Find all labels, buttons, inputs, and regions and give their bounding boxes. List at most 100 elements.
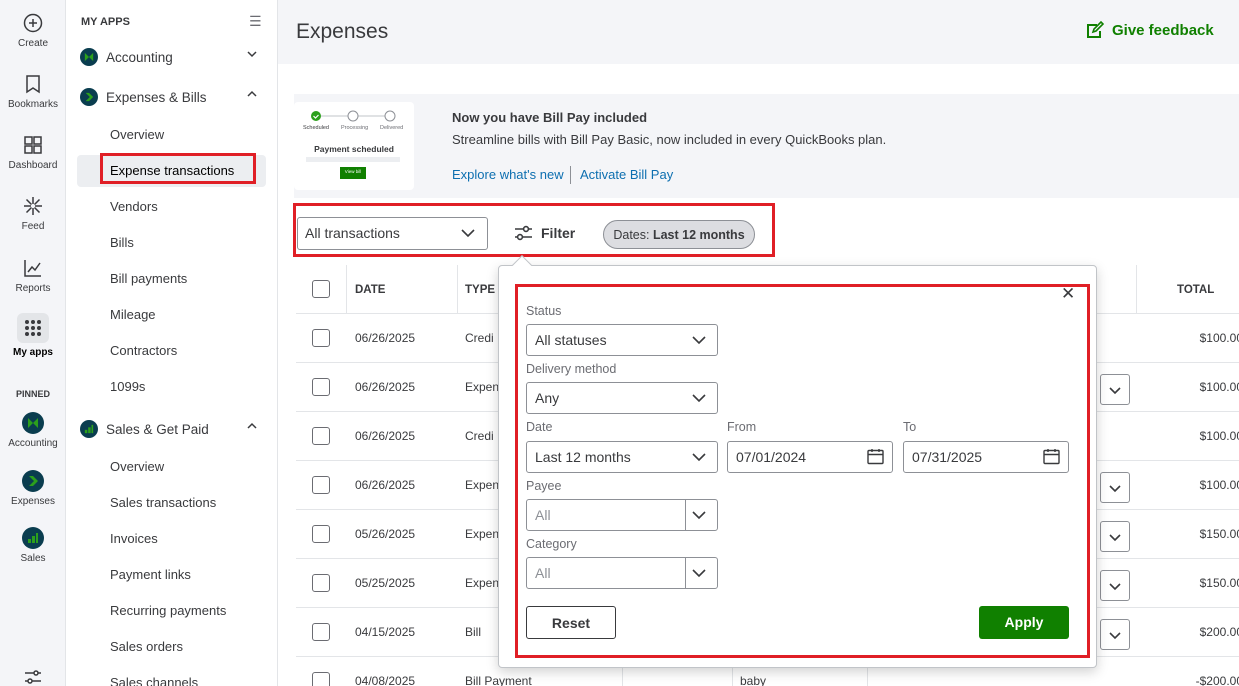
rail-reports-label: Reports (15, 283, 51, 294)
transactions-type-select[interactable]: All transactions (297, 217, 488, 250)
app-group-sales[interactable]: Sales & Get Paid (80, 418, 266, 440)
row-total: $150.00 (1199, 527, 1239, 541)
chevron-down-icon[interactable] (690, 506, 708, 524)
illustration-button: View bill (344, 169, 362, 174)
pinned-title: PINNED (15, 389, 50, 399)
calendar-icon[interactable] (866, 447, 885, 466)
banner-description: Streamline bills with Bill Pay Basic, no… (452, 132, 887, 147)
app-group-expenses[interactable]: Expenses & Bills (80, 86, 266, 108)
reset-button[interactable]: Reset (526, 606, 616, 639)
nav-sales-transactions[interactable]: Sales transactions (110, 495, 216, 510)
filter-button[interactable]: Filter (514, 225, 575, 241)
apply-button[interactable]: Apply (979, 606, 1069, 639)
from-date-input[interactable]: 07/01/2024 (727, 441, 893, 473)
rail-bookmarks-label: Bookmarks (7, 99, 58, 110)
header-total[interactable]: TOTAL (1177, 284, 1214, 296)
header-type[interactable]: TYPE (465, 284, 495, 296)
nav-sales-orders[interactable]: Sales orders (110, 639, 183, 654)
illustration-step-delivered: Delivered (380, 125, 404, 131)
nav-1099s[interactable]: 1099s (110, 379, 145, 394)
activate-bill-pay-link[interactable]: Activate Bill Pay (580, 167, 673, 182)
collapse-sidebar-icon[interactable]: ☰ (249, 13, 262, 30)
row-action-dropdown[interactable] (1100, 619, 1130, 650)
sliders-icon (25, 670, 41, 684)
header-date[interactable]: DATE (355, 284, 385, 296)
delivery-method-value: Any (535, 390, 560, 406)
close-icon[interactable]: ✕ (1061, 284, 1075, 304)
row-checkbox[interactable] (312, 378, 330, 396)
rail-create[interactable]: Create (0, 12, 66, 49)
rail-reports[interactable]: Reports (0, 257, 66, 294)
nav-sales-channels[interactable]: Sales channels (110, 675, 198, 686)
row-action-dropdown[interactable] (1100, 570, 1130, 601)
row-type: Bill Payment (465, 674, 532, 686)
row-date: 06/26/2025 (355, 331, 416, 345)
nav-recurring-payments[interactable]: Recurring payments (110, 603, 226, 618)
nav-bill-payments[interactable]: Bill payments (110, 271, 187, 286)
delivery-method-select[interactable]: Any (526, 382, 718, 414)
row-checkbox[interactable] (312, 329, 330, 347)
row-checkbox[interactable] (312, 476, 330, 494)
status-select[interactable]: All statuses (526, 324, 718, 356)
row-action-dropdown[interactable] (1100, 521, 1130, 552)
payee-combobox[interactable]: All (526, 499, 718, 531)
delivery-method-label: Delivery method (526, 362, 617, 376)
give-feedback-link[interactable]: Give feedback (1084, 20, 1214, 40)
explore-whats-new-link[interactable]: Explore what's new (452, 167, 564, 182)
row-checkbox[interactable] (312, 525, 330, 543)
select-all-checkbox[interactable] (312, 280, 330, 298)
nav-bills[interactable]: Bills (110, 235, 134, 250)
category-combobox[interactable]: All (526, 557, 718, 589)
date-range-value: Last 12 months (535, 449, 631, 465)
give-feedback-label: Give feedback (1112, 21, 1214, 39)
to-date-input[interactable]: 07/31/2025 (903, 441, 1069, 473)
row-type: Credi (465, 331, 494, 345)
row-total: $150.00 (1199, 576, 1239, 590)
chevron-up-icon (246, 88, 258, 103)
banner-divider (570, 166, 571, 184)
to-date-value: 07/31/2025 (912, 449, 983, 465)
chevron-down-icon[interactable] (690, 564, 708, 582)
bookmark-icon (26, 75, 40, 94)
rail-my-apps[interactable]: My apps (0, 313, 66, 358)
dates-filter-pill[interactable]: Dates: Last 12 months (603, 220, 755, 249)
row-checkbox[interactable] (312, 574, 330, 592)
pinned-sales[interactable]: Sales (0, 527, 66, 564)
app-group-accounting[interactable]: Accounting (80, 46, 266, 68)
row-action-dropdown[interactable] (1100, 374, 1130, 405)
rail-dashboard[interactable]: Dashboard (0, 134, 66, 171)
pinned-expenses[interactable]: Expenses (0, 470, 66, 507)
pinned-sales-label: Sales (20, 553, 46, 564)
illustration-step-processing: Processing (341, 125, 369, 131)
dates-value: Last 12 months (652, 228, 745, 242)
row-checkbox[interactable] (312, 427, 330, 445)
rail-feed-label: Feed (21, 221, 45, 232)
illustration-title: Payment scheduled (314, 144, 394, 154)
rail-settings[interactable] (0, 666, 66, 686)
nav-invoices[interactable]: Invoices (110, 531, 158, 546)
pinned-accounting[interactable]: Accounting (0, 412, 66, 449)
nav-mileage[interactable]: Mileage (110, 307, 156, 322)
nav-expenses-overview[interactable]: Overview (110, 127, 164, 142)
status-label: Status (526, 304, 562, 318)
apps-sidebar: MY APPS ☰ Accounting Expenses & Bills Ov… (66, 0, 278, 686)
row-checkbox[interactable] (312, 672, 330, 686)
nav-sales-overview[interactable]: Overview (110, 459, 164, 474)
rail-feed[interactable]: Feed (0, 195, 66, 232)
combobox-divider (685, 558, 686, 588)
date-range-select[interactable]: Last 12 months (526, 441, 718, 473)
status-value: All statuses (535, 332, 607, 348)
row-checkbox[interactable] (312, 623, 330, 641)
filter-sliders-icon (515, 225, 532, 241)
nav-contractors[interactable]: Contractors (110, 343, 177, 358)
payee-label: Payee (526, 479, 562, 493)
calendar-icon[interactable] (1042, 447, 1061, 466)
chevron-down-icon (1109, 386, 1121, 394)
rail-bookmarks[interactable]: Bookmarks (0, 73, 66, 110)
app-group-label: Sales & Get Paid (106, 421, 209, 437)
chevron-down-icon (461, 229, 475, 238)
nav-vendors[interactable]: Vendors (110, 199, 158, 214)
nav-payment-links[interactable]: Payment links (110, 567, 191, 582)
row-action-dropdown[interactable] (1100, 472, 1130, 503)
chevron-down-icon (246, 48, 258, 63)
